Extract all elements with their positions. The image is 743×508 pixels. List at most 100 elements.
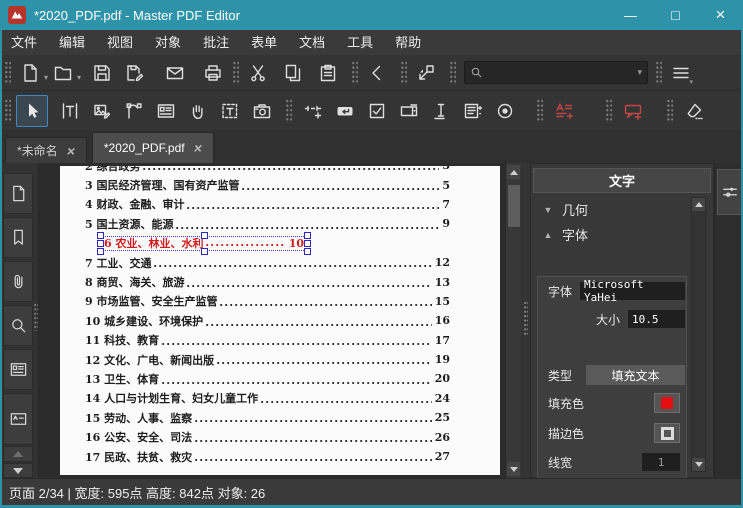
document-scrollbar[interactable] [505, 163, 522, 478]
panel-scroll-down-button[interactable] [692, 458, 705, 471]
toolbar-drag-handle[interactable] [537, 99, 543, 123]
font-name-input[interactable]: Microsoft YaHei [580, 282, 685, 300]
print-button[interactable] [199, 59, 227, 87]
edit-text-button[interactable] [54, 95, 86, 127]
toc-row[interactable]: 2 综合政务3 [85, 166, 450, 175]
selection-handle[interactable] [97, 248, 104, 255]
search-dropdown-icon[interactable]: ▾ [638, 67, 643, 78]
document-tab[interactable]: *2020_PDF.pdf× [92, 132, 214, 163]
document-tab[interactable]: *未命名× [5, 137, 87, 163]
selection-handle[interactable] [201, 232, 208, 239]
toolbar-drag-handle[interactable] [5, 61, 11, 85]
toolbar-drag-handle[interactable] [401, 61, 407, 85]
scroll-up-button[interactable] [507, 165, 520, 179]
send-email-button[interactable] [161, 59, 189, 87]
sidebar-form-fields-button[interactable] [3, 349, 33, 390]
select-tool-button[interactable] [16, 95, 48, 127]
toc-row[interactable]: 4 财政、金融、审计7 [85, 195, 450, 214]
panel-section-字体[interactable]: ▲字体 [533, 222, 693, 247]
toc-row[interactable]: 11 科技、教育17 [85, 331, 450, 350]
save-button[interactable] [88, 59, 116, 87]
stroke-color-swatch[interactable] [654, 423, 680, 443]
add-form-field-button[interactable] [297, 95, 329, 127]
toc-row[interactable]: 9 市场监管、安全生产监管15 [85, 292, 450, 311]
toc-row[interactable]: 10 城乡建设、环境保护16 [85, 311, 450, 330]
cut-button[interactable] [244, 59, 272, 87]
toc-row[interactable]: 16 公安、安全、司法26 [85, 427, 450, 446]
type-dropdown[interactable]: 填充文本 [586, 365, 685, 385]
open-file-button[interactable] [49, 59, 77, 87]
toc-row[interactable]: 14 人口与计划生育、妇女儿童工作24 [85, 389, 450, 408]
menu-item-表单[interactable]: 表单 [240, 30, 288, 55]
edit-path-button[interactable] [118, 95, 150, 127]
toolbar-drag-handle[interactable] [606, 99, 612, 123]
selection-handle[interactable] [97, 232, 104, 239]
fit-page-button[interactable] [412, 59, 440, 87]
panel-scroll-up-button[interactable] [692, 198, 705, 211]
selection-handle[interactable] [304, 240, 311, 247]
toolbar-drag-handle[interactable] [233, 61, 239, 85]
menu-item-视图[interactable]: 视图 [96, 30, 144, 55]
hand-tool-button[interactable] [182, 95, 214, 127]
sidebar-signature-button[interactable] [3, 393, 33, 445]
fill-color-swatch[interactable] [654, 393, 680, 413]
minimize-button[interactable]: — [608, 0, 653, 30]
panel-splitter[interactable] [521, 163, 530, 478]
toc-row[interactable]: 7 工业、交通12 [85, 253, 450, 272]
tab-close-icon[interactable]: × [65, 143, 76, 159]
selection-handle[interactable] [201, 248, 208, 255]
eraser-button[interactable] [678, 95, 710, 127]
maximize-button[interactable]: □ [653, 0, 698, 30]
properties-toggle-tab[interactable] [717, 169, 743, 215]
list-box-tool[interactable] [457, 95, 489, 127]
menu-item-文档[interactable]: 文档 [288, 30, 336, 55]
new-document-button[interactable] [16, 59, 44, 87]
tab-close-icon[interactable]: × [192, 140, 203, 156]
toolbar-drag-handle[interactable] [656, 61, 662, 85]
selection-handle[interactable] [97, 240, 104, 247]
sidebar-scroll-down-button[interactable] [3, 463, 33, 478]
menu-item-帮助[interactable]: 帮助 [384, 30, 432, 55]
paste-button[interactable] [314, 59, 342, 87]
sidebar-scroll-up-button[interactable] [3, 446, 33, 462]
snapshot-button[interactable] [246, 95, 278, 127]
toolbar-drag-handle[interactable] [286, 99, 292, 123]
check-box-tool[interactable] [361, 95, 393, 127]
select-text-area-button[interactable] [214, 95, 246, 127]
sidebar-search-button[interactable] [3, 305, 33, 346]
open-file-dropdown-icon[interactable]: ▾ [77, 73, 81, 82]
new-document-dropdown-icon[interactable]: ▾ [44, 73, 48, 82]
toc-row[interactable]: 15 劳动、人事、监察25 [85, 408, 450, 427]
toolbar-drag-handle[interactable] [667, 99, 673, 123]
combo-box-tool[interactable] [393, 95, 425, 127]
panel-section-几何[interactable]: ▼几何 [533, 197, 693, 222]
toc-row[interactable]: 12 文化、广电、新闻出版19 [85, 350, 450, 369]
toolbar-drag-handle[interactable] [5, 99, 11, 123]
radio-button-tool[interactable] [489, 95, 521, 127]
main-menu-button[interactable]: ▾ [667, 59, 695, 87]
toc-row[interactable]: 8 商贸、海关、旅游13 [85, 272, 450, 291]
selection-handle[interactable] [304, 248, 311, 255]
sidebar-bookmarks-button[interactable] [3, 217, 33, 258]
push-button-tool[interactable] [329, 95, 361, 127]
pdf-page[interactable]: 2 综合政务33 国民经济管理、国有资产监管54 财政、金融、审计75 国土资源… [60, 166, 500, 475]
toc-row[interactable]: 13 卫生、体育20 [85, 369, 450, 388]
edit-image-button[interactable] [86, 95, 118, 127]
copy-button[interactable] [279, 59, 307, 87]
menu-item-文件[interactable]: 文件 [0, 30, 48, 55]
menu-item-对象[interactable]: 对象 [144, 30, 192, 55]
toc-row[interactable]: 5 国土资源、能源9 [85, 214, 450, 233]
font-size-input[interactable]: 10.5 [628, 310, 685, 328]
highlight-text-button[interactable] [548, 95, 580, 127]
edit-forms-button[interactable] [150, 95, 182, 127]
search-box[interactable]: ▾ [464, 61, 648, 84]
sidebar-attachments-button[interactable] [3, 261, 33, 302]
scroll-down-button[interactable] [507, 462, 520, 476]
text-field-tool[interactable] [425, 95, 457, 127]
toc-row[interactable]: 17 民政、扶贫、救灾27 [85, 447, 450, 466]
toc-row[interactable]: 3 国民经济管理、国有资产监管5 [85, 175, 450, 194]
line-width-input[interactable]: 1 [642, 453, 680, 471]
selected-text-object[interactable]: 6 农业、林业、水利10 [100, 236, 308, 251]
toc-row[interactable]: 6 农业、林业、水利10 [85, 234, 450, 253]
save-as-button[interactable] [121, 59, 149, 87]
